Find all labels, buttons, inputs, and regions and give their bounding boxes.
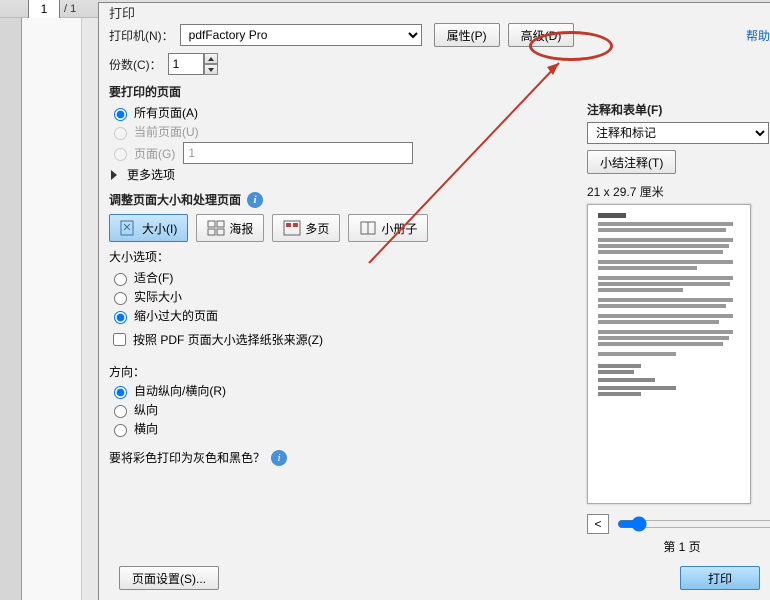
copies-down-button[interactable]	[204, 64, 218, 75]
info-icon[interactable]: i	[271, 450, 287, 466]
copies-up-button[interactable]	[204, 53, 218, 64]
current-page-label: 当前页面(U)	[134, 123, 199, 140]
printer-label: 打印机(N)：	[109, 27, 174, 44]
print-preview	[587, 204, 751, 504]
size-mode-booklet[interactable]: 小册子	[348, 214, 428, 242]
summarize-comments-button[interactable]: 小结注释(T)	[587, 150, 676, 174]
page-range-radio-input	[114, 148, 127, 161]
auto-orient-input[interactable]	[114, 386, 127, 399]
comments-title: 注释和表单(F)	[587, 101, 770, 118]
current-page-radio-input	[114, 127, 127, 140]
print-dialog: 打印 帮助 打印机(N)： pdfFactory Pro 属性(P) 高级(D)…	[98, 2, 770, 600]
page-number-input[interactable]	[28, 0, 60, 20]
print-button[interactable]: 打印	[680, 566, 760, 590]
copies-spinner[interactable]	[168, 53, 218, 75]
page-range-input	[183, 142, 413, 164]
info-icon[interactable]: i	[247, 192, 263, 208]
landscape-input[interactable]	[114, 424, 127, 437]
copies-input[interactable]	[168, 53, 204, 75]
preview-prev-button[interactable]: <	[587, 514, 609, 534]
pages-section-title: 要打印的页面	[109, 83, 770, 100]
page-navigator: / 1	[28, 0, 76, 18]
size-mode-poster[interactable]: 海报	[196, 214, 264, 242]
dialog-bottom-row: 页面设置(S)... 打印	[119, 566, 760, 590]
printer-row: 打印机(N)： pdfFactory Pro 属性(P) 高级(D)	[109, 23, 770, 47]
arrow-up-icon	[208, 57, 214, 61]
preview-dimensions: 21 x 29.7 厘米	[587, 183, 770, 200]
paper-source-checkbox[interactable]	[113, 333, 126, 346]
comments-section: 注释和表单(F) 注释和标记 小结注释(T)	[587, 101, 770, 174]
preview-slider[interactable]	[617, 516, 770, 532]
size-mode-size[interactable]: 大小(I)	[109, 214, 188, 242]
booklet-icon	[359, 220, 377, 236]
page-total-label: / 1	[64, 3, 76, 15]
copies-label: 份数(C)：	[109, 56, 162, 73]
size-icon	[120, 220, 138, 236]
preview-slider-row: <	[587, 514, 770, 534]
preview-page-label: 第 1 页	[587, 538, 770, 555]
dialog-title: 打印	[109, 3, 135, 22]
printer-select[interactable]: pdfFactory Pro	[180, 24, 422, 46]
advanced-button[interactable]: 高级(D)	[508, 23, 575, 47]
actual-radio-input[interactable]	[114, 292, 127, 305]
page-setup-button[interactable]: 页面设置(S)...	[119, 566, 219, 590]
all-pages-radio-input[interactable]	[114, 108, 127, 121]
size-mode-multi[interactable]: 多页	[272, 214, 340, 242]
poster-icon	[207, 220, 225, 236]
properties-button[interactable]: 属性(P)	[434, 23, 500, 47]
copies-row: 份数(C)：	[109, 53, 770, 75]
preview-area: 21 x 29.7 厘米	[587, 183, 770, 555]
portrait-input[interactable]	[114, 405, 127, 418]
app-sidebar	[0, 18, 22, 600]
page-range-label: 页面(G)	[134, 145, 175, 162]
more-options-label: 更多选项	[127, 166, 175, 183]
all-pages-label: 所有页面(A)	[134, 104, 198, 121]
document-canvas	[22, 18, 82, 600]
fit-radio-input[interactable]	[114, 273, 127, 286]
shrink-radio-input[interactable]	[114, 311, 127, 324]
comments-dropdown[interactable]: 注释和标记	[587, 122, 769, 144]
multi-page-icon	[283, 220, 301, 236]
triangle-collapsed-icon	[111, 170, 117, 180]
arrow-down-icon	[208, 68, 214, 72]
